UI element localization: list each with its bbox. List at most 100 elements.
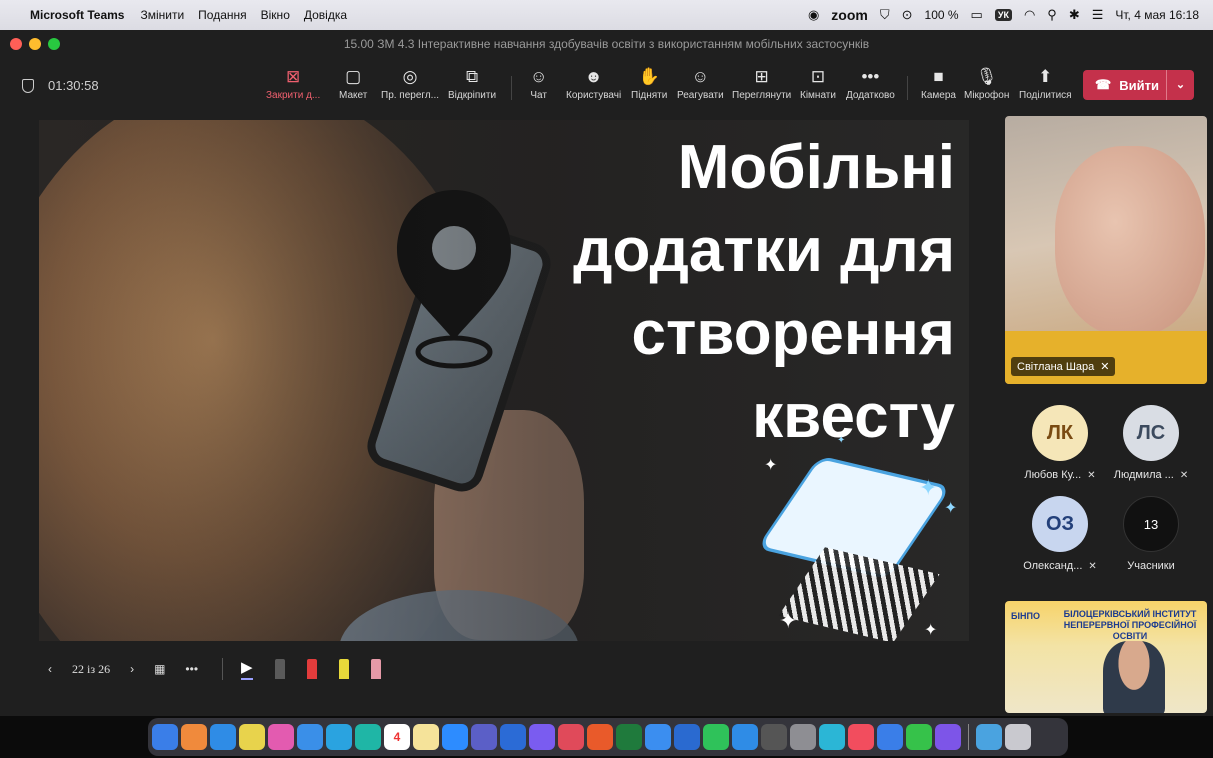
menu-app-name[interactable]: Microsoft Teams: [30, 8, 124, 22]
speaker-video-tile[interactable]: Світлана Шара ✕: [1005, 116, 1207, 384]
more-participants-tile[interactable]: 13 Учасники: [1106, 496, 1196, 572]
institute-logo: БІНПО: [1011, 611, 1040, 621]
app-icon[interactable]: [616, 724, 642, 750]
canva-icon[interactable]: [819, 724, 845, 750]
finder-icon[interactable]: [152, 724, 178, 750]
dock-area: 4: [0, 716, 1213, 758]
vpn-shield-icon[interactable]: ⛉: [880, 7, 890, 23]
settings-icon[interactable]: [790, 724, 816, 750]
battery-icon[interactable]: ▭: [971, 7, 983, 23]
dock-divider: [968, 724, 969, 750]
maps-icon[interactable]: [355, 724, 381, 750]
more-options-icon[interactable]: •••: [185, 662, 198, 676]
photos-icon[interactable]: [268, 724, 294, 750]
viber-like-icon[interactable]: [529, 724, 555, 750]
participant-name: Олександ...: [1023, 560, 1083, 572]
search-icon[interactable]: ⚲: [1047, 7, 1057, 23]
word-icon[interactable]: [500, 724, 526, 750]
participant-tile[interactable]: ОЗ Олександ... ✕: [1015, 496, 1105, 572]
participant-name: Людмила ...: [1113, 469, 1174, 481]
safari-icon[interactable]: [210, 724, 236, 750]
downloads-folder-icon[interactable]: [976, 724, 1002, 750]
app-icon[interactable]: [645, 724, 671, 750]
screen: Microsoft Teams Змінити Подання Вікно До…: [0, 0, 1213, 758]
menu-view[interactable]: Подання: [198, 8, 246, 22]
wifi-icon[interactable]: ◠: [1024, 7, 1035, 23]
toolbar-divider: [511, 76, 512, 100]
zoom-menu-icon[interactable]: zoom: [831, 7, 868, 23]
highlighter-yellow-icon[interactable]: [338, 659, 349, 679]
keyboard-layout-badge[interactable]: УК: [994, 9, 1012, 21]
more-button[interactable]: ••• Додатково: [846, 64, 895, 101]
popout-button[interactable]: ⧉ Відкріпити: [448, 64, 496, 101]
app-icon[interactable]: [587, 724, 613, 750]
control-center-icon[interactable]: ☰: [1092, 7, 1104, 23]
app-icon[interactable]: [674, 724, 700, 750]
share-button[interactable]: ⬆ Поділитися: [1019, 64, 1072, 101]
calculator-icon[interactable]: [761, 724, 787, 750]
camera-button[interactable]: ■ Камера: [921, 64, 956, 101]
shared-slide[interactable]: Мобільні додатки для створення квесту ✦ …: [39, 120, 969, 641]
app-icon[interactable]: [906, 724, 932, 750]
notes-icon[interactable]: [413, 724, 439, 750]
phone-hangup-icon: ☎: [1095, 77, 1112, 92]
raise-hand-button[interactable]: ✋ Підняти: [631, 64, 667, 101]
music-icon[interactable]: [848, 724, 874, 750]
pen-gray-icon[interactable]: [274, 659, 285, 679]
presenter-controls: ‹ 22 із 26 › ▦ ••• ▶: [48, 655, 403, 683]
microphone-button[interactable]: 🎙 Мікрофон: [964, 64, 1009, 101]
leave-button[interactable]: ☎ Вийти ⌄: [1083, 70, 1194, 100]
pen-red-icon[interactable]: [306, 659, 317, 679]
menu-clock[interactable]: Чт, 4 мая 16:18: [1115, 8, 1199, 22]
menu-window[interactable]: Вікно: [261, 8, 290, 22]
whatsapp-icon[interactable]: [703, 724, 729, 750]
bluetooth-icon[interactable]: ✱: [1069, 7, 1080, 23]
calendar-icon[interactable]: 4: [384, 724, 410, 750]
app-store-icon[interactable]: [732, 724, 758, 750]
window-maximize-button[interactable]: [48, 38, 60, 50]
breakout-rooms-button[interactable]: ⊡ Кімнати: [800, 64, 836, 101]
play-icon[interactable]: ⊙: [902, 7, 913, 23]
menu-help[interactable]: Довідка: [304, 8, 347, 22]
participant-video-tile[interactable]: БІНПО БІЛОЦЕРКІВСЬКИЙ ІНСТИТУТ НЕПЕРЕРВН…: [1005, 601, 1207, 713]
app-status-icon[interactable]: ◉: [808, 7, 819, 23]
people-button[interactable]: ☻ Користувачі: [566, 64, 621, 101]
chrome-icon[interactable]: [239, 724, 265, 750]
stop-presenting-button[interactable]: ⊠ Закрити д...: [266, 64, 320, 101]
zoom-app-icon[interactable]: [442, 724, 468, 750]
participant-tile[interactable]: ЛС Людмила ... ✕: [1106, 405, 1196, 481]
slide-title-line: додатки для: [573, 216, 955, 285]
trash-icon[interactable]: [1005, 724, 1031, 750]
smiley-icon: ☺: [691, 67, 710, 86]
institute-banner: БІЛОЦЕРКІВСЬКИЙ ІНСТИТУТ НЕПЕРЕРВНОЇ ПРО…: [1063, 609, 1197, 641]
chat-button[interactable]: ☺ Чат: [530, 64, 547, 101]
react-button[interactable]: ☺ Реагувати: [677, 64, 724, 101]
next-slide-icon[interactable]: ›: [130, 662, 134, 676]
chevron-down-icon[interactable]: ⌄: [1166, 70, 1194, 100]
window-minimize-button[interactable]: [29, 38, 41, 50]
slide-grid-icon[interactable]: ▦: [154, 662, 165, 676]
telegram-icon[interactable]: [326, 724, 352, 750]
previous-slide-icon[interactable]: ‹: [48, 662, 52, 676]
view-button[interactable]: ⊞ Переглянути: [732, 64, 791, 101]
mic-off-icon: ✕: [1179, 470, 1189, 481]
app-icon[interactable]: [558, 724, 584, 750]
rooms-icon: ⊡: [810, 67, 826, 86]
app-icon[interactable]: [877, 724, 903, 750]
launchpad-icon[interactable]: [181, 724, 207, 750]
viber-icon[interactable]: [935, 724, 961, 750]
window-close-button[interactable]: [10, 38, 22, 50]
teams-app-icon[interactable]: [471, 724, 497, 750]
mic-off-icon: ✕: [1087, 470, 1096, 481]
shield-icon[interactable]: [22, 78, 34, 93]
mail-icon[interactable]: [297, 724, 323, 750]
slide-title: Мобільні додатки для створення квесту: [455, 126, 955, 458]
menu-edit[interactable]: Змінити: [140, 8, 184, 22]
participant-avatar: ОЗ: [1032, 496, 1088, 552]
mic-off-icon: ✕: [1100, 361, 1110, 373]
laser-pointer-icon[interactable]: ▶: [241, 658, 253, 680]
preview-button[interactable]: ◎ Пр. перегл...: [381, 64, 439, 101]
layout-button[interactable]: ▢ Макет: [339, 64, 367, 101]
eraser-icon[interactable]: [370, 659, 381, 679]
participant-tile[interactable]: ЛК Любов Ку... ✕: [1015, 405, 1105, 481]
